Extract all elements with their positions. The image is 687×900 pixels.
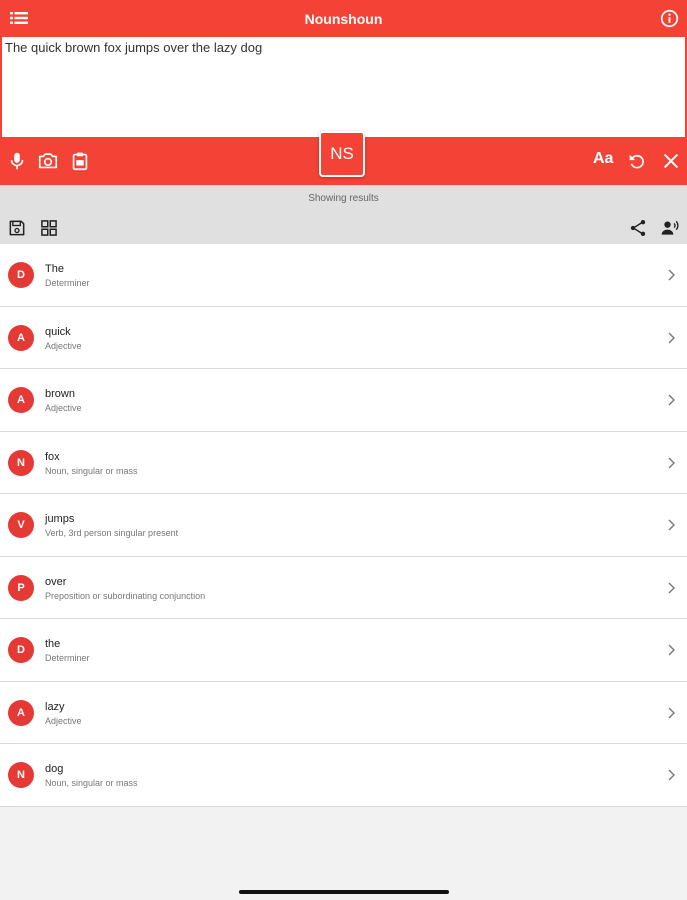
speak-icon[interactable] [660,218,680,238]
reset-icon[interactable] [626,150,648,172]
result-pos: Determiner [45,278,90,288]
result-row[interactable]: N fox Noun, singular or mass [0,431,687,494]
result-word: brown [45,388,75,400]
result-word: fox [45,450,60,463]
pos-avatar: A [8,324,34,351]
close-icon[interactable] [660,150,682,172]
pos-avatar: A [8,387,34,413]
clipboard-icon[interactable] [69,150,91,172]
home-indicator[interactable] [239,890,449,894]
save-icon[interactable] [7,218,27,238]
chevron-right-icon [668,519,675,531]
result-row[interactable]: A brown Adjective [0,369,687,432]
camera-icon[interactable] [37,150,59,172]
share-icon[interactable] [628,218,648,238]
result-word: quick [45,325,71,338]
result-pos: Noun, singular or mass [45,465,138,476]
chevron-right-icon [668,269,675,281]
chevron-right-icon [668,582,675,593]
grid-icon[interactable] [39,218,59,238]
result-row[interactable]: V jumps Verb, 3rd person singular presen… [0,494,687,557]
result-pos: Determiner [45,653,90,663]
chevron-right-icon [668,394,675,406]
result-pos: Noun, singular or mass [45,778,138,788]
chevron-right-icon [668,457,675,468]
app-bar: Nounshoun [0,0,687,37]
result-row[interactable]: A lazy Adjective [0,681,687,744]
results-header: Showing results [0,185,687,244]
result-pos: Preposition or subordinating conjunction [45,590,206,601]
app-logo-button[interactable]: NS [319,131,365,177]
pos-avatar: N [8,449,34,476]
result-row[interactable]: D The Determiner [0,244,687,307]
font-size-button[interactable]: Aa [593,150,613,168]
result-row[interactable]: D the Determiner [0,619,687,682]
chevron-right-icon [668,332,675,343]
pos-avatar: D [8,637,34,663]
status-text: Showing results [308,193,379,204]
result-word: dog [45,763,64,775]
pos-avatar: N [8,762,34,788]
result-pos: Verb, 3rd person singular present [45,528,179,538]
pos-avatar: D [8,262,34,288]
result-row[interactable]: N dog Noun, singular or mass [0,744,687,807]
chevron-right-icon [668,769,675,781]
app-title: Nounshoun [304,10,383,27]
result-pos: Adjective [45,340,82,351]
chevron-right-icon [668,707,675,718]
result-word: the [45,638,61,650]
result-row[interactable]: A quick Adjective [0,306,687,369]
pos-avatar: A [8,699,34,726]
mic-icon[interactable] [6,150,28,172]
menu-icon[interactable] [10,10,28,26]
result-pos: Adjective [45,715,82,726]
chevron-right-icon [668,644,675,656]
result-word: over [45,575,67,588]
pos-avatar: P [8,574,34,601]
info-icon[interactable] [660,9,679,28]
text-input-container [0,37,687,137]
result-pos: Adjective [45,403,82,413]
pos-avatar: V [8,512,34,538]
results-list: D The Determiner A quick Adjective A bro… [0,244,687,807]
sentence-input[interactable] [2,37,685,137]
result-row[interactable]: P over Preposition or subordinating conj… [0,556,687,619]
result-word: jumps [45,513,75,525]
result-word: lazy [45,700,65,713]
result-word: The [45,263,64,275]
